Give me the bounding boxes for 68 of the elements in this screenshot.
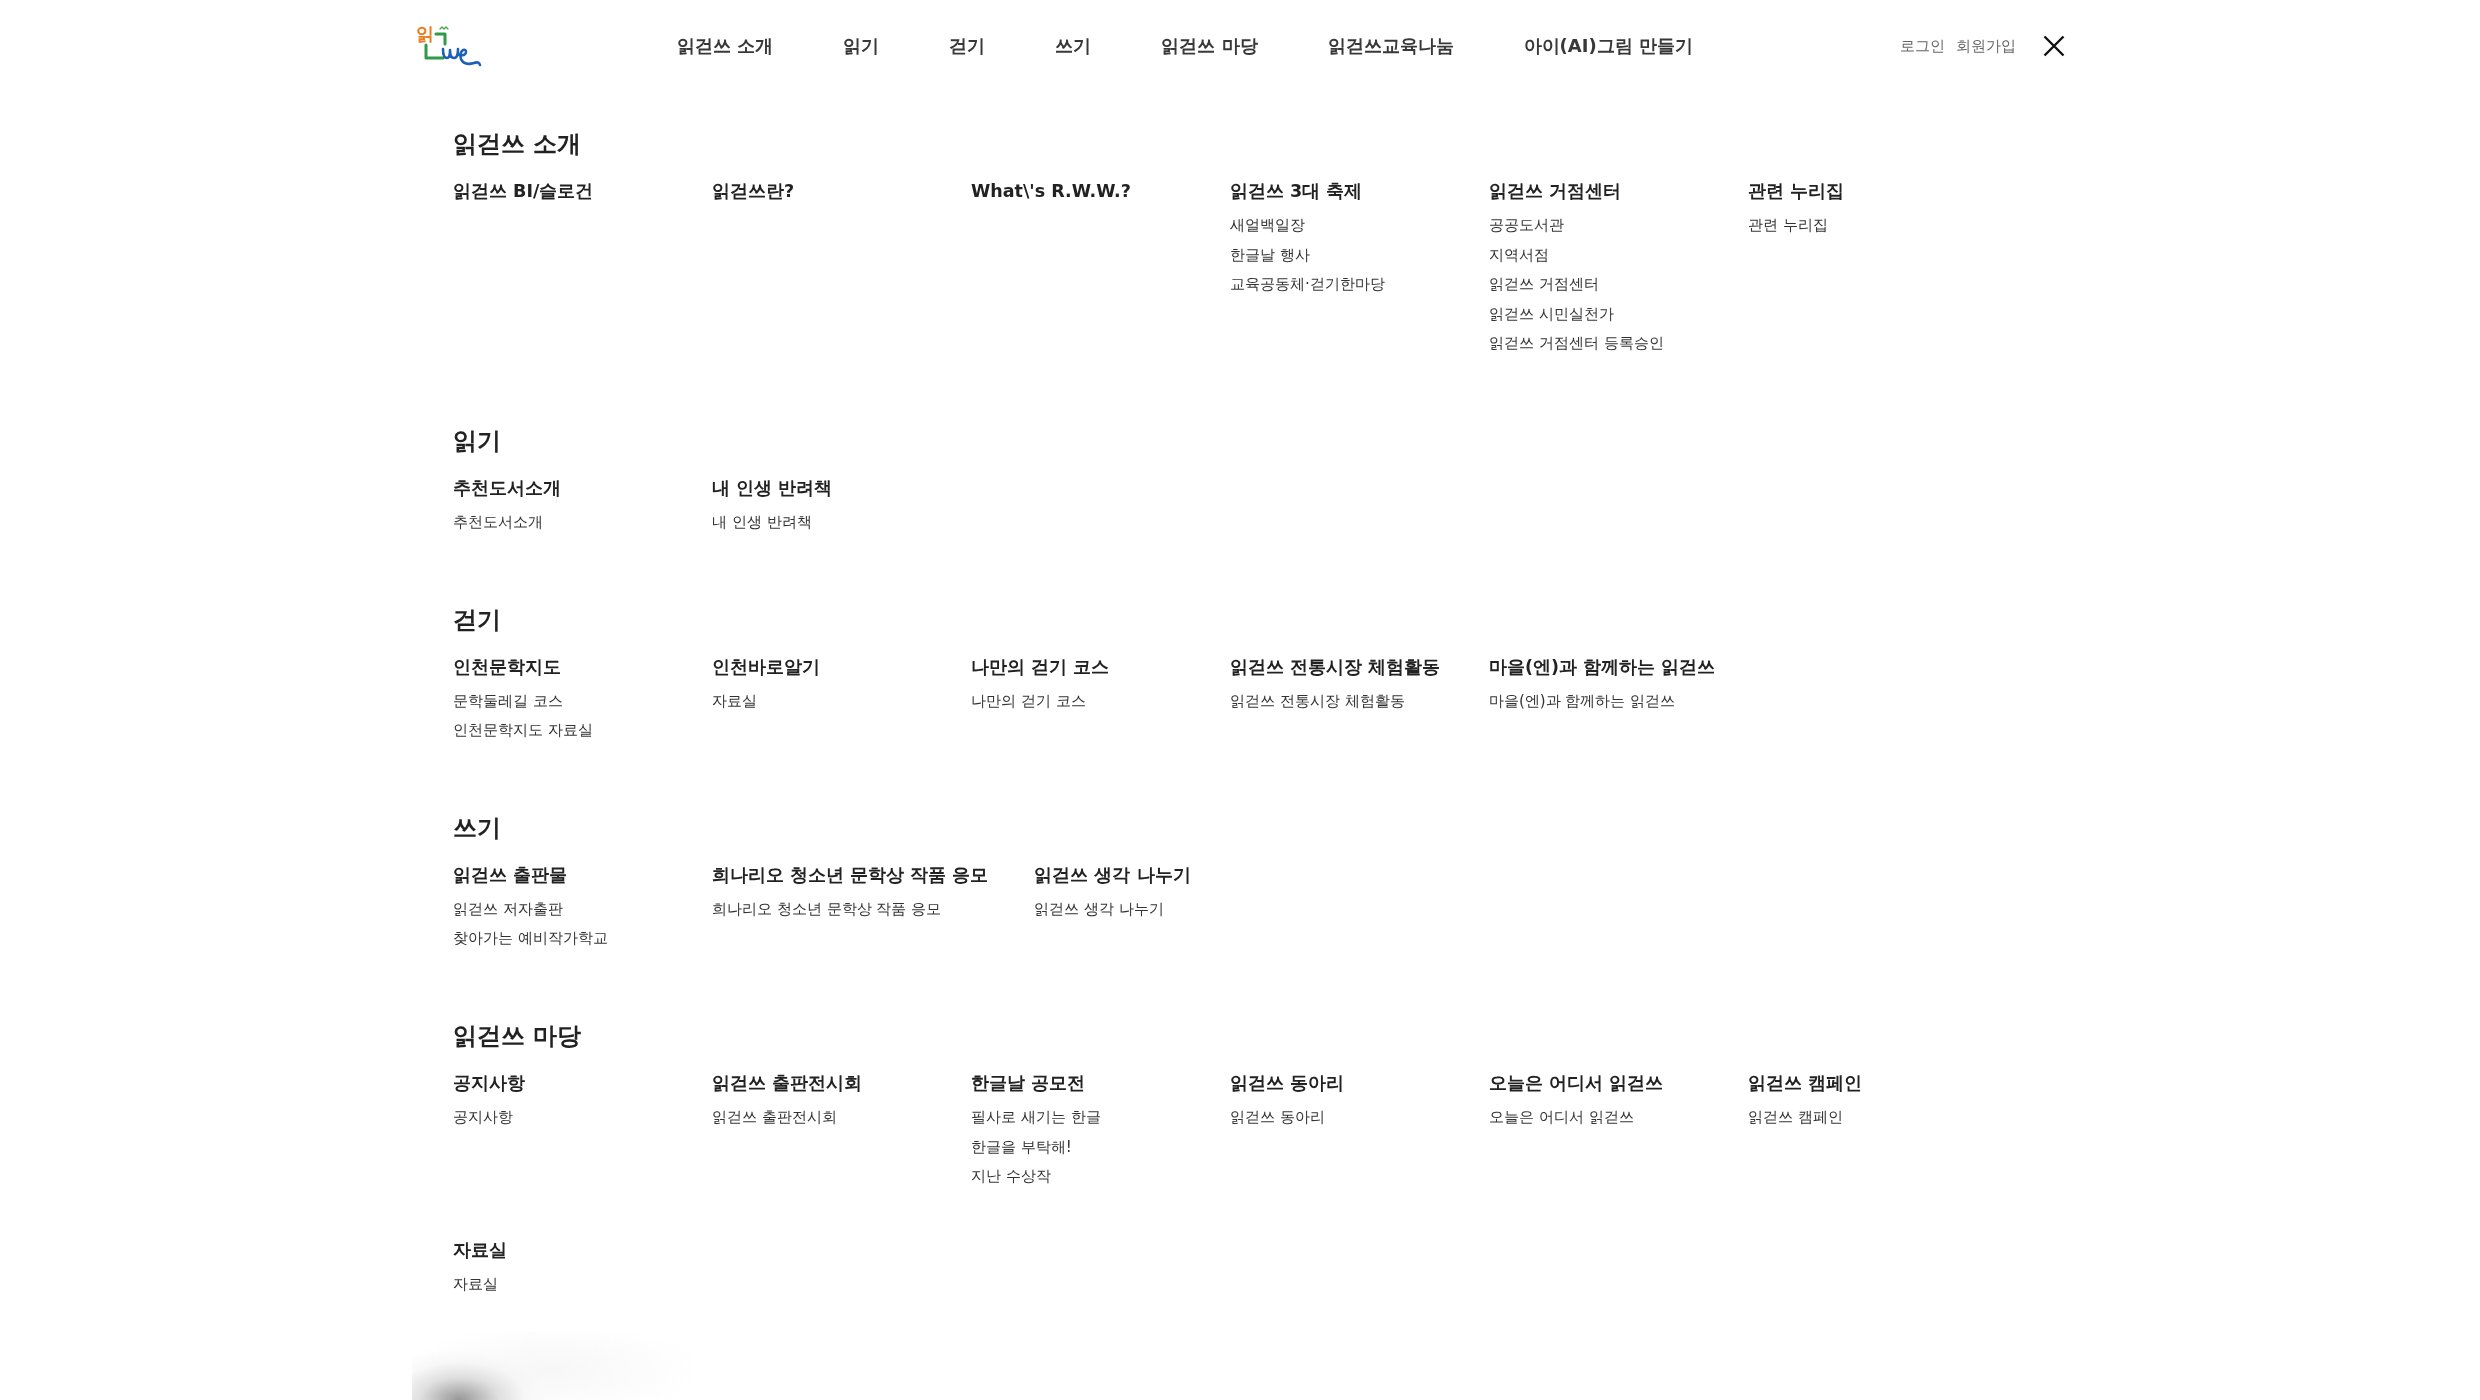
account-link[interactable]: 회원가입: [1956, 36, 2016, 56]
menu-link[interactable]: 인천바로알기: [712, 651, 820, 682]
submenu-link[interactable]: 마을(엔)과 함께하는 읽걷쓰: [1489, 686, 1676, 717]
close-button[interactable]: [2043, 35, 2065, 57]
nav-link[interactable]: 쓰기: [1055, 34, 1092, 58]
submenu-link[interactable]: 새얼백일장: [1230, 211, 1305, 241]
menu-link[interactable]: 읽걷쓰 출판물: [453, 859, 568, 890]
submenu-link[interactable]: 지난 수상작: [971, 1162, 1051, 1192]
submenu-link[interactable]: 지역서점: [1489, 240, 1549, 271]
submenu-link[interactable]: 한글을 부탁해!: [971, 1132, 1072, 1163]
section-title: 읽기: [453, 425, 501, 457]
menu-link[interactable]: 마을(엔)과 함께하는 읽걷쓰: [1489, 651, 1716, 682]
menu-link[interactable]: 읽걷쓰란?: [712, 176, 795, 206]
submenu-link[interactable]: 공지사항: [453, 1102, 513, 1133]
nav-link[interactable]: 걷기: [949, 34, 986, 58]
menu-link[interactable]: 자료실: [453, 1234, 507, 1265]
nav-link[interactable]: 읽걷쓰교육나눔: [1327, 34, 1454, 58]
menu-link[interactable]: 희나리오 청소년 문학상 작품 응모: [712, 859, 989, 890]
submenu-link[interactable]: 읽걷쓰 캠페인: [1748, 1102, 1843, 1133]
menu-link[interactable]: 읽걷쓰 생각 나누기: [1034, 859, 1191, 890]
nav-link[interactable]: 아이(AI)그림 만들기: [1523, 34, 1693, 58]
menu-link[interactable]: 읽걷쓰 동아리: [1230, 1067, 1345, 1098]
submenu-link[interactable]: 읽걷쓰 시민실천가: [1489, 299, 1614, 330]
submenu-link[interactable]: 읽걷쓰 동아리: [1230, 1102, 1325, 1133]
submenu-link[interactable]: 찾아가는 예비작가학교: [453, 924, 608, 954]
section-title: 읽걷쓰 소개: [453, 129, 582, 160]
section-title: 읽걷쓰 마당: [453, 1020, 582, 1052]
menu-link[interactable]: 나만의 걷기 코스: [971, 651, 1110, 682]
submenu-link[interactable]: 읽걷쓰 생각 나누기: [1034, 894, 1164, 925]
submenu-link[interactable]: 자료실: [712, 686, 757, 717]
menu-link[interactable]: 읽걷쓰 전통시장 체험활동: [1230, 651, 1441, 682]
menu-link[interactable]: 읽걷쓰 3대 축제: [1230, 176, 1363, 206]
menu-link[interactable]: 읽걷쓰 캠페인: [1748, 1067, 1863, 1098]
submenu-link[interactable]: 읽걷쓰 거점센터 등록승인: [1489, 329, 1664, 359]
nav-link[interactable]: 읽기: [843, 34, 880, 58]
submenu-link[interactable]: 읽걷쓰 출판전시회: [712, 1102, 837, 1133]
submenu-link[interactable]: 교육공동체·걷기한마당: [1230, 270, 1385, 300]
menu-link[interactable]: 공지사항: [453, 1067, 525, 1098]
submenu-link[interactable]: 공공도서관: [1489, 211, 1564, 241]
account-link[interactable]: 로그인: [1900, 36, 1945, 56]
submenu-link[interactable]: 읽걷쓰 전통시장 체험활동: [1230, 686, 1405, 717]
submenu-link[interactable]: 오늘은 어디서 읽걷쓰: [1489, 1102, 1634, 1133]
submenu-link[interactable]: 필사로 새기는 한글: [971, 1102, 1101, 1133]
submenu-link[interactable]: 관련 누리집: [1748, 211, 1828, 241]
submenu-link[interactable]: 추천도서소개: [453, 507, 543, 538]
menu-link[interactable]: 관련 누리집: [1748, 176, 1845, 206]
submenu-link[interactable]: 내 인생 반려책: [712, 507, 812, 538]
menu-link[interactable]: 한글날 공모전: [971, 1067, 1086, 1098]
menu-link[interactable]: 인천문학지도: [453, 651, 561, 682]
menu-link[interactable]: 읽걷쓰 BI/슬로건: [453, 176, 594, 206]
menu-link[interactable]: 읽걷쓰 출판전시회: [712, 1067, 863, 1098]
submenu-link[interactable]: 한글날 행사: [1230, 240, 1310, 271]
menu-link[interactable]: 오늘은 어디서 읽걷쓰: [1489, 1067, 1664, 1098]
submenu-link[interactable]: 읽걷쓰 거점센터: [1489, 270, 1599, 300]
menu-link[interactable]: 추천도서소개: [453, 472, 561, 503]
submenu-link[interactable]: 문학둘레길 코스: [453, 686, 563, 717]
menu-link[interactable]: 내 인생 반려책: [712, 472, 833, 503]
submenu-link[interactable]: 인천문학지도 자료실: [453, 716, 593, 746]
nav-link[interactable]: 읽걷쓰 소개: [677, 34, 774, 58]
submenu-link[interactable]: 나만의 걷기 코스: [971, 686, 1086, 717]
section-title: 걷기: [453, 604, 501, 636]
submenu-link[interactable]: 희나리오 청소년 문학상 작품 응모: [712, 894, 942, 925]
nav-link[interactable]: 읽걷쓰 마당: [1161, 34, 1258, 58]
section-title: 쓰기: [453, 812, 501, 844]
submenu-link[interactable]: 자료실: [453, 1269, 498, 1300]
menu-link[interactable]: 읽걷쓰 거점센터: [1489, 176, 1622, 206]
submenu-link[interactable]: 읽걷쓰 저자출판: [453, 894, 563, 925]
menu-link[interactable]: What\'s R.W.W.?: [971, 176, 1131, 206]
